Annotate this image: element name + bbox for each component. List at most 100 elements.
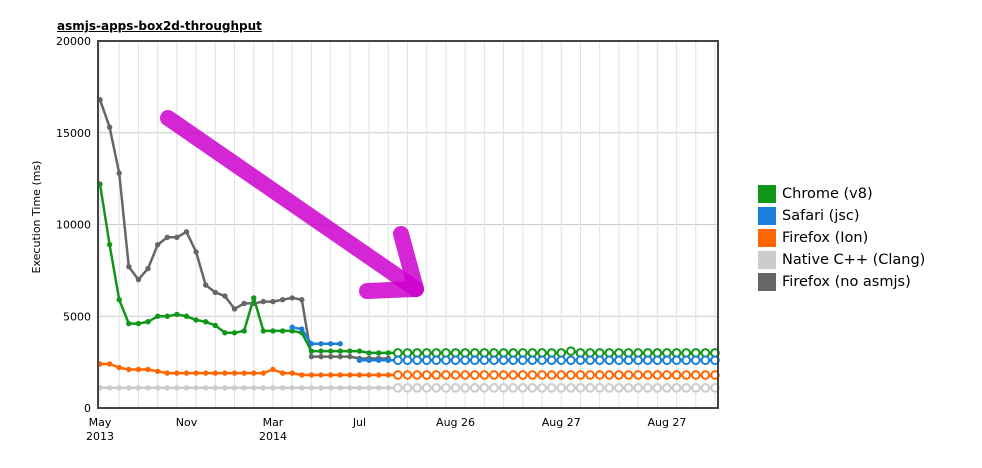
data-point	[145, 385, 151, 391]
data-point	[385, 385, 391, 391]
data-point	[135, 276, 142, 283]
data-point	[356, 357, 363, 363]
y-axis-label: Execution Time (ms)	[30, 161, 43, 274]
data-point	[614, 370, 624, 380]
x-tick-label: Aug 27	[647, 416, 686, 429]
data-point	[193, 385, 199, 391]
data-point	[260, 370, 267, 376]
data-point	[251, 370, 257, 376]
data-point	[299, 372, 305, 378]
data-point	[212, 322, 219, 329]
data-point	[421, 370, 432, 380]
legend-item[interactable]: Safari (jsc)	[758, 205, 925, 227]
legend-swatch	[758, 207, 776, 225]
data-point	[585, 370, 595, 380]
data-point	[671, 370, 682, 380]
data-point	[479, 355, 490, 366]
data-point	[299, 385, 305, 391]
data-point	[366, 372, 372, 378]
data-point	[652, 383, 663, 393]
y-axis: 0 5000 10000 15000 20000	[56, 35, 91, 415]
data-point	[308, 348, 315, 354]
data-point	[327, 341, 334, 347]
data-point	[614, 383, 624, 393]
data-point	[154, 385, 161, 391]
data-point	[279, 370, 286, 376]
data-point	[402, 370, 413, 380]
data-point	[222, 293, 228, 299]
series-line	[98, 99, 389, 360]
x-tick-label: Jul	[352, 416, 366, 429]
data-point	[164, 385, 170, 391]
data-point	[260, 328, 267, 334]
legend-item[interactable]: Native C++ (Clang)	[758, 249, 925, 271]
data-point	[594, 383, 605, 393]
data-point	[270, 385, 276, 391]
legend-swatch	[758, 229, 776, 247]
data-point	[260, 298, 267, 305]
data-point	[690, 370, 701, 380]
x-tick-label: Aug 26	[436, 416, 475, 429]
data-point	[546, 355, 557, 366]
data-point	[279, 328, 286, 334]
chart-title[interactable]: asmjs-apps-box2d-throughput	[57, 19, 262, 33]
data-point	[489, 383, 499, 393]
data-point	[145, 319, 151, 325]
data-point	[450, 383, 461, 393]
data-point	[174, 385, 180, 391]
data-point	[260, 385, 267, 391]
data-point	[327, 385, 334, 391]
data-point	[356, 348, 363, 354]
data-point	[231, 330, 238, 336]
data-point	[318, 385, 324, 391]
data-point	[412, 383, 422, 393]
data-point	[222, 370, 228, 376]
legend-label: Native C++ (Clang)	[782, 252, 926, 268]
data-point	[566, 383, 576, 393]
data-point	[116, 385, 122, 391]
data-point	[279, 385, 286, 391]
data-point	[375, 385, 382, 391]
data-point	[566, 355, 576, 366]
data-point	[681, 383, 691, 393]
data-point	[203, 370, 209, 376]
data-point	[489, 355, 499, 366]
legend-swatch	[758, 273, 776, 291]
data-point	[460, 355, 470, 366]
legend-swatch	[758, 185, 776, 203]
data-point	[318, 353, 324, 360]
legend-item[interactable]: Chrome (v8)	[758, 183, 925, 205]
data-point	[604, 355, 615, 366]
legend-item[interactable]: Firefox (Ion)	[758, 227, 925, 249]
legend-swatch	[758, 251, 776, 269]
data-point	[518, 370, 528, 380]
data-point	[270, 328, 276, 334]
data-point	[222, 385, 228, 391]
data-point	[575, 355, 586, 366]
data-point	[700, 383, 711, 393]
data-point	[375, 350, 382, 356]
data-point	[279, 297, 286, 303]
data-point	[289, 295, 295, 301]
series-firefox-no-asmjs-	[97, 97, 391, 362]
data-point	[318, 372, 324, 378]
data-point	[537, 355, 547, 366]
legend-label: Chrome (v8)	[782, 186, 873, 202]
data-point	[126, 366, 132, 373]
data-point	[222, 330, 228, 336]
data-point	[203, 319, 209, 325]
data-point	[662, 370, 672, 380]
data-point	[527, 355, 538, 366]
data-point	[154, 313, 161, 319]
data-point	[251, 295, 257, 301]
data-point	[174, 234, 180, 241]
x-tick-label: Aug 27	[542, 416, 581, 429]
data-point	[594, 355, 605, 366]
data-point	[393, 355, 403, 366]
data-point	[652, 355, 663, 366]
legend-item[interactable]: Firefox (no asmjs)	[758, 271, 925, 293]
data-point	[154, 241, 161, 248]
data-point	[356, 372, 363, 378]
data-point	[556, 355, 567, 366]
data-point	[116, 297, 122, 303]
